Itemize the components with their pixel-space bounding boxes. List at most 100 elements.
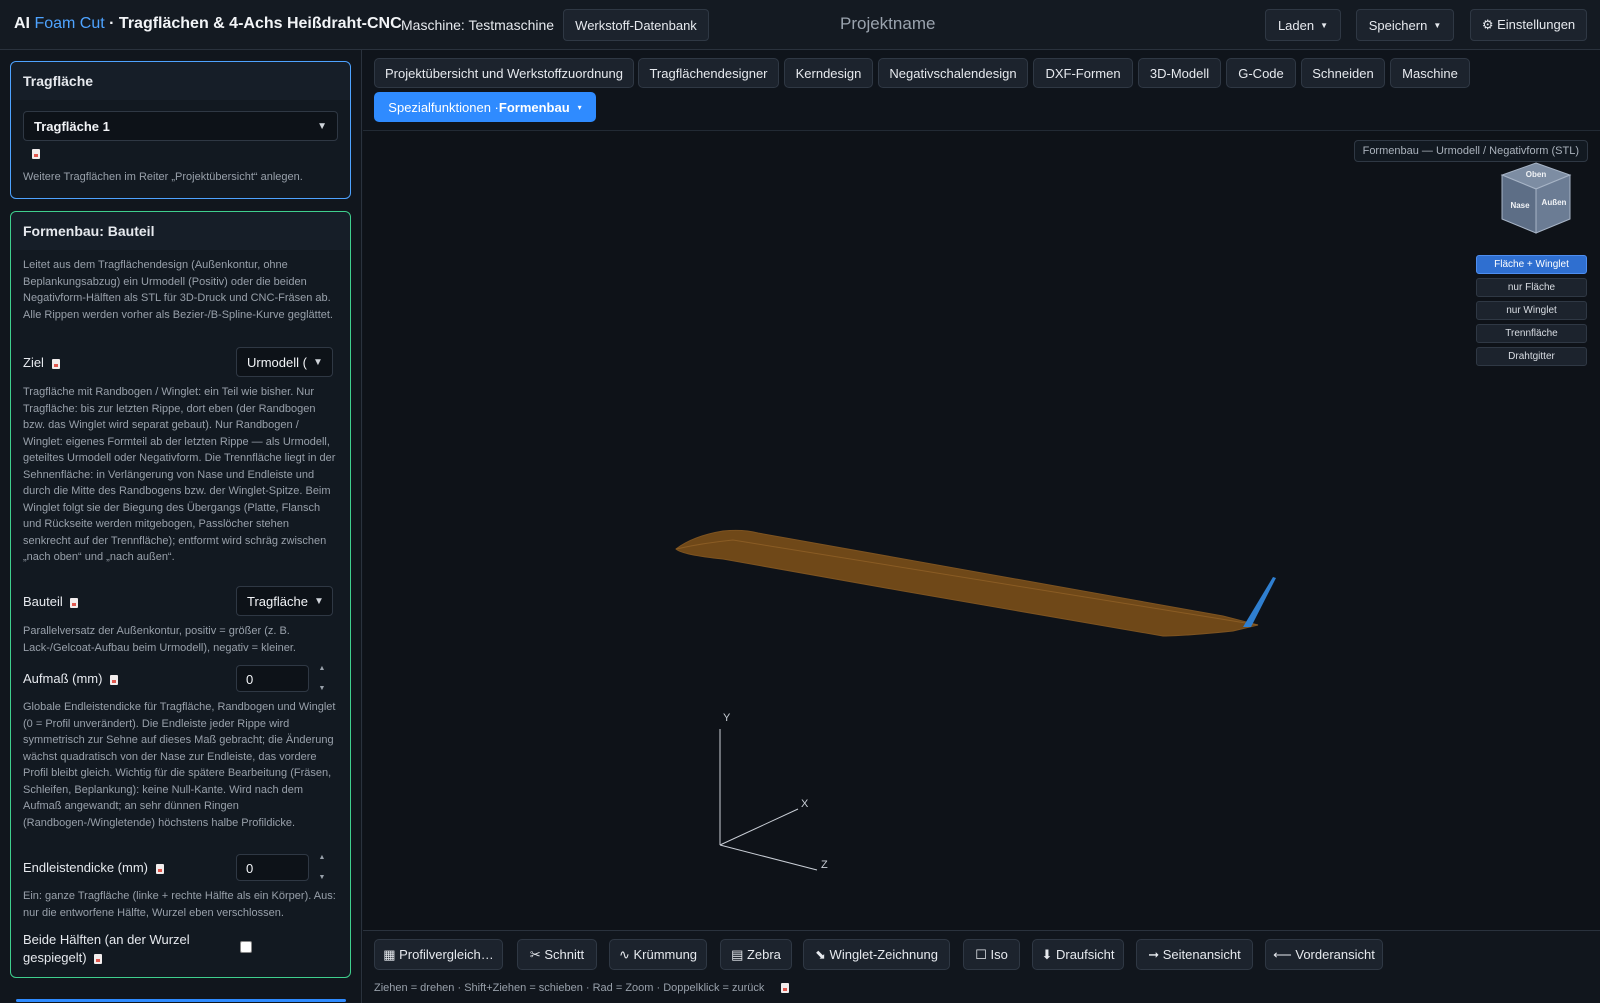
wing-panel-title: Tragfläche [11, 62, 350, 100]
app-title: AI Foam Cut · Tragflächen & 4-Achs Heißd… [14, 15, 402, 33]
cube-side-label: Außen [1542, 198, 1567, 207]
scene-svg: Y X Z [675, 529, 1276, 871]
3d-viewport[interactable]: Formenbau — Urmodell / Negativform (STL)… [363, 130, 1600, 930]
allowance-label: Aufmaß (mm) [23, 671, 119, 686]
top-view-button[interactable]: ⬇ Draufsicht [1032, 939, 1124, 970]
allowance-stepper[interactable]: ▲ ▼ [313, 665, 331, 692]
te-label: Endleistendicke (mm) [23, 860, 164, 875]
tab-special-mold[interactable]: Spezialfunktionen · Formenbau ▾ [374, 92, 596, 122]
bottom-toolbar: ▦ Profilvergleich… ✂ Schnitt ∿ Krümmung … [363, 930, 1600, 1003]
app-title-prefix: AI [14, 15, 35, 32]
load-button[interactable]: Laden ▼ [1265, 9, 1341, 41]
pdf-doc-icon[interactable] [155, 863, 164, 874]
caret-down-icon: ▾ [577, 102, 582, 112]
settings-button[interactable]: ⚙ Einstellungen [1470, 9, 1587, 41]
both-halves-checkbox[interactable] [240, 941, 252, 953]
part-select[interactable]: Tragfläche ▼ [236, 586, 333, 616]
chevron-down-icon: ▼ [312, 356, 323, 368]
pdf-doc-icon[interactable] [51, 358, 60, 369]
view-wing-winglet-button[interactable]: Fläche + Winglet [1476, 255, 1587, 274]
mold-panel-title: Formenbau: Bauteil [11, 212, 350, 250]
tab-wing-designer[interactable]: Tragflächendesigner [638, 58, 779, 88]
view-wing-only-button[interactable]: nur Fläche [1476, 278, 1587, 297]
te-help: Globale Endleistendicke für Tragfläche, … [23, 701, 336, 829]
app-title-rest: · Tragflächen & 4-Achs Heißdraht-CNC [104, 15, 402, 32]
zebra-button[interactable]: ▤ Zebra [720, 939, 792, 970]
save-button[interactable]: Speichern ▼ [1356, 9, 1454, 41]
allowance-input[interactable]: 0 [236, 665, 309, 692]
chevron-down-icon: ▼ [317, 120, 327, 132]
step-up-icon[interactable]: ▲ [319, 854, 326, 861]
pdf-doc-icon[interactable] [781, 983, 790, 994]
side-view-button[interactable]: ➞ Seitenansicht [1136, 939, 1253, 970]
step-down-icon[interactable]: ▼ [319, 874, 326, 881]
z-axis [719, 844, 818, 871]
machine-name: Maschine: Testmaschine [401, 17, 555, 33]
app-title-brand: Foam Cut [34, 15, 105, 32]
cube-top-label: Oben [1526, 170, 1547, 179]
target-label: Ziel [23, 355, 60, 370]
winglet-mesh [1243, 577, 1276, 627]
tab-cutting[interactable]: Schneiden [1301, 58, 1385, 88]
navigation-hint-text: Ziehen = drehen · Shift+Ziehen = schiebe… [374, 982, 765, 994]
step-up-icon[interactable]: ▲ [319, 665, 326, 672]
te-input[interactable]: 0 [236, 854, 309, 881]
pdf-doc-icon[interactable] [32, 149, 40, 159]
both-label: Beide Hälften (an der Wurzel gespiegelt) [23, 931, 208, 967]
profile-compare-button[interactable]: ▦ Profilvergleich… [374, 939, 503, 970]
part-label-text: Bauteil [23, 594, 63, 609]
allowance-label-text: Aufmaß (mm) [23, 671, 103, 686]
winglet-drawing-button[interactable]: ⬊ Winglet-Zeichnung [803, 939, 950, 970]
sidebar: Tragfläche Tragfläche 1 ▼ Weitere Tragflä… [0, 50, 362, 1003]
tab-3d-model[interactable]: 3D-Modell [1138, 58, 1221, 88]
pdf-doc-icon[interactable] [110, 674, 119, 685]
caret-down-icon: ▼ [1433, 20, 1442, 30]
view-winglet-only-button[interactable]: nur Winglet [1476, 301, 1587, 320]
pdf-doc-icon[interactable] [70, 597, 79, 608]
view-wireframe-button[interactable]: Drahtgitter [1476, 347, 1587, 366]
iso-view-button[interactable]: ☐ Iso [963, 939, 1020, 970]
mold-intro: Leitet aus dem Tragflächendesign (Außenk… [23, 259, 333, 321]
front-view-button[interactable]: ⟵ Vorderansicht [1265, 939, 1383, 970]
part-label: Bauteil [23, 594, 79, 609]
tab-machine[interactable]: Maschine [1390, 58, 1470, 88]
target-label-text: Ziel [23, 355, 44, 370]
z-axis-label: Z [821, 859, 828, 871]
load-button-label: Laden [1277, 17, 1315, 33]
caret-down-icon: ▼ [1320, 20, 1329, 30]
target-select[interactable]: Urmodell (▼ [236, 347, 333, 377]
app-header: AI Foam Cut · Tragflächen & 4-Achs Heißd… [0, 0, 1600, 50]
navigation-hint: Ziehen = drehen · Shift+Ziehen = schiebe… [374, 982, 790, 994]
section-button[interactable]: ✂ Schnitt [517, 939, 597, 970]
cube-front-label: Nase [1510, 201, 1530, 210]
te-label-text: Endleistendicke (mm) [23, 860, 148, 875]
offset-help: Parallelversatz der Außenkontur, positiv… [23, 625, 296, 654]
step-down-icon[interactable]: ▼ [319, 685, 326, 692]
project-name[interactable]: Projektname [840, 14, 935, 34]
view-cube[interactable]: Oben Nase Außen [1496, 161, 1576, 241]
wing-panel: Tragfläche Tragfläche 1 ▼ Weitere Tragflä… [10, 61, 351, 199]
curvature-button[interactable]: ∿ Krümmung [609, 939, 707, 970]
tab-core-design[interactable]: Kerndesign [784, 58, 873, 88]
x-axis-label: X [801, 798, 809, 810]
wing-select[interactable]: Tragfläche 1 ▼ [23, 111, 338, 141]
tab-special-bold: Formenbau [498, 99, 570, 115]
y-axis-label: Y [723, 712, 731, 724]
next-panel-edge [16, 999, 346, 1002]
material-db-button[interactable]: Werkstoff-Datenbank [563, 9, 709, 41]
both-help: Ein: ganze Tragfläche (linke + rechte Hä… [23, 890, 336, 919]
chevron-down-icon: ▼ [313, 595, 324, 607]
view-parting-plane-button[interactable]: Trennfläche [1476, 324, 1587, 343]
x-axis [719, 808, 799, 846]
part-select-value: Tragfläche [247, 593, 308, 609]
mold-panel: Formenbau: Bauteil Leitet aus dem Tragfl… [10, 211, 351, 978]
te-stepper[interactable]: ▲ ▼ [313, 854, 331, 881]
tab-gcode[interactable]: G-Code [1226, 58, 1296, 88]
tab-project-overview[interactable]: Projektübersicht und Werkstoffzuordnung [374, 58, 634, 88]
tab-dxf-shapes[interactable]: DXF-Formen [1033, 58, 1133, 88]
wing-select-value: Tragfläche 1 [34, 118, 110, 134]
tab-special-prefix: Spezialfunktionen · [388, 99, 499, 115]
wing-panel-note: Weitere Tragflächen im Reiter „Projektüb… [23, 171, 303, 183]
pdf-doc-icon[interactable] [94, 953, 103, 964]
tab-negative-shell[interactable]: Negativschalendesign [878, 58, 1028, 88]
